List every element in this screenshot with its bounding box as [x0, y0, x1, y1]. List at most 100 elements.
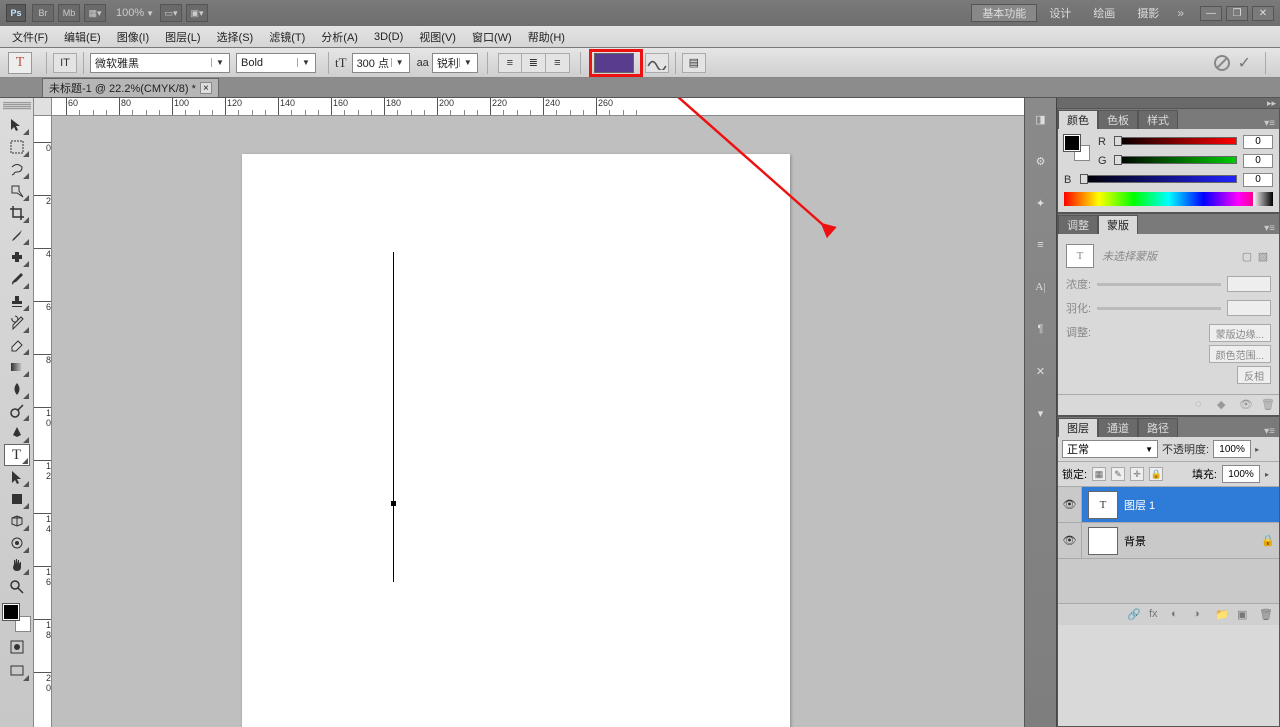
marquee-tool[interactable]	[4, 136, 30, 158]
bridge-icon[interactable]: Br	[32, 4, 54, 22]
menu-window[interactable]: 窗口(W)	[464, 29, 520, 45]
delete-layer-icon[interactable]: 🗑	[1259, 608, 1273, 622]
toolbox-handle[interactable]	[3, 102, 31, 110]
current-tool-icon[interactable]: T	[8, 52, 32, 74]
fill-input[interactable]: 100%	[1222, 465, 1260, 483]
tools-preset-icon[interactable]: ✕	[1030, 360, 1052, 382]
b-value[interactable]: 0	[1243, 173, 1273, 187]
group-icon[interactable]: 📁	[1215, 608, 1229, 622]
lock-transparency-icon[interactable]: ▦	[1092, 467, 1106, 481]
font-size-dropdown[interactable]: 300 点▼	[352, 53, 410, 73]
menu-view[interactable]: 视图(V)	[411, 29, 464, 45]
brush-tool[interactable]	[4, 268, 30, 290]
paragraph-panel-icon[interactable]: ¶	[1030, 318, 1052, 340]
crop-tool[interactable]	[4, 202, 30, 224]
menu-layer[interactable]: 图层(L)	[157, 29, 208, 45]
pixel-mask-icon[interactable]: ▢	[1239, 250, 1255, 263]
feather-input[interactable]	[1227, 300, 1271, 316]
ruler-origin[interactable]	[34, 98, 52, 116]
fx-icon[interactable]: fx	[1149, 608, 1163, 622]
layer-thumb[interactable]	[1088, 527, 1118, 555]
g-slider[interactable]	[1116, 156, 1237, 166]
menu-select[interactable]: 选择(S)	[209, 29, 262, 45]
visibility-icon[interactable]: 👁	[1058, 487, 1082, 522]
minibridge-icon[interactable]: Mb	[58, 4, 80, 22]
font-weight-dropdown[interactable]: Bold▼	[236, 53, 316, 73]
tab-paths[interactable]: 路径	[1138, 418, 1178, 437]
layer-name[interactable]: 图层 1	[1124, 497, 1261, 513]
mask-edge-button[interactable]: 蒙版边缘...	[1209, 324, 1271, 342]
ruler-vertical[interactable]: 02468101214161820	[34, 116, 52, 727]
text-orientation-button[interactable]: IT	[53, 53, 77, 73]
b-slider[interactable]	[1082, 175, 1237, 185]
blend-mode-dropdown[interactable]: 正常▼	[1062, 440, 1158, 458]
screen-mode-icon[interactable]: ▣▾	[186, 4, 208, 22]
lasso-tool[interactable]	[4, 158, 30, 180]
disable-mask-icon[interactable]: 👁	[1239, 398, 1253, 412]
document-tab[interactable]: 未标题-1 @ 22.2%(CMYK/8) * ×	[42, 78, 219, 97]
tab-color[interactable]: 颜色	[1058, 110, 1098, 129]
vector-mask-icon[interactable]: ▧	[1255, 250, 1271, 263]
window-maximize[interactable]: ❐	[1226, 6, 1248, 21]
menu-help[interactable]: 帮助(H)	[520, 29, 573, 45]
type-tool[interactable]: T	[4, 444, 30, 466]
shape-tool[interactable]	[4, 488, 30, 510]
align-center-button[interactable]: ≣	[522, 53, 546, 73]
fg-bg-swatch[interactable]	[3, 604, 31, 632]
tab-styles[interactable]: 样式	[1138, 110, 1178, 129]
artboard[interactable]	[242, 154, 790, 727]
history-brush-tool[interactable]	[4, 312, 30, 334]
tab-layers[interactable]: 图层	[1058, 418, 1098, 437]
antialias-dropdown[interactable]: 锐利▼	[432, 53, 478, 73]
add-mask-icon[interactable]: ◐	[1171, 608, 1185, 622]
menu-edit[interactable]: 编辑(E)	[56, 29, 109, 45]
workspace-design[interactable]: 设计	[1039, 4, 1081, 22]
character-panel-icon[interactable]: A|	[1030, 276, 1052, 298]
layer-thumb[interactable]: T	[1088, 491, 1118, 519]
dodge-tool[interactable]	[4, 400, 30, 422]
move-tool[interactable]	[4, 114, 30, 136]
density-slider[interactable]	[1097, 283, 1221, 286]
3d-camera-tool[interactable]	[4, 532, 30, 554]
text-caret-handle[interactable]	[391, 501, 396, 506]
window-close[interactable]: ✕	[1252, 6, 1274, 21]
canvas-area[interactable]: 6080100120140160180200220240260 02468101…	[34, 98, 1024, 727]
workspace-photo[interactable]: 摄影	[1127, 4, 1169, 22]
3d-tool[interactable]	[4, 510, 30, 532]
link-layers-icon[interactable]: 🔗	[1127, 608, 1141, 622]
load-selection-icon[interactable]: ◌	[1195, 398, 1209, 412]
font-family-dropdown[interactable]: 微软雅黑▼	[90, 53, 230, 73]
workspace-essentials[interactable]: 基本功能	[971, 4, 1037, 22]
panels-collapse-bar[interactable]: ▸▸	[1057, 98, 1280, 108]
delete-mask-icon[interactable]: 🗑	[1261, 398, 1275, 412]
g-value[interactable]: 0	[1243, 154, 1273, 168]
align-left-button[interactable]: ≡	[498, 53, 522, 73]
menu-file[interactable]: 文件(F)	[4, 29, 56, 45]
lock-all-icon[interactable]: 🔒	[1149, 467, 1163, 481]
menu-3d[interactable]: 3D(D)	[366, 31, 411, 43]
density-input[interactable]	[1227, 276, 1271, 292]
lock-position-icon[interactable]: ✛	[1130, 467, 1144, 481]
warp-text-button[interactable]	[645, 53, 669, 73]
panel-menu-icon[interactable]: ▾≡	[1264, 223, 1279, 234]
stamp-tool[interactable]	[4, 290, 30, 312]
path-select-tool[interactable]	[4, 466, 30, 488]
hand-tool[interactable]	[4, 554, 30, 576]
tab-masks[interactable]: 蒙版	[1098, 215, 1138, 234]
eyedropper-tool[interactable]	[4, 224, 30, 246]
spectrum-ramp[interactable]	[1064, 192, 1273, 206]
ruler-horizontal[interactable]: 6080100120140160180200220240260	[52, 98, 1024, 116]
close-tab-icon[interactable]: ×	[200, 82, 212, 94]
tab-swatches[interactable]: 色板	[1098, 110, 1138, 129]
layer-row[interactable]: 👁T 图层 1	[1058, 487, 1279, 523]
apply-mask-icon[interactable]: ◆	[1217, 398, 1231, 412]
tab-channels[interactable]: 通道	[1098, 418, 1138, 437]
commit-edits-icon[interactable]: ✓	[1238, 53, 1251, 73]
opacity-input[interactable]: 100%	[1213, 440, 1251, 458]
color-fgbg[interactable]	[1064, 135, 1090, 161]
viewextras-icon[interactable]: ▦▾	[84, 4, 106, 22]
r-value[interactable]: 0	[1243, 135, 1273, 149]
color-range-button[interactable]: 颜色范围...	[1209, 345, 1271, 363]
arrange-docs-icon[interactable]: ▭▾	[160, 4, 182, 22]
eraser-tool[interactable]	[4, 334, 30, 356]
